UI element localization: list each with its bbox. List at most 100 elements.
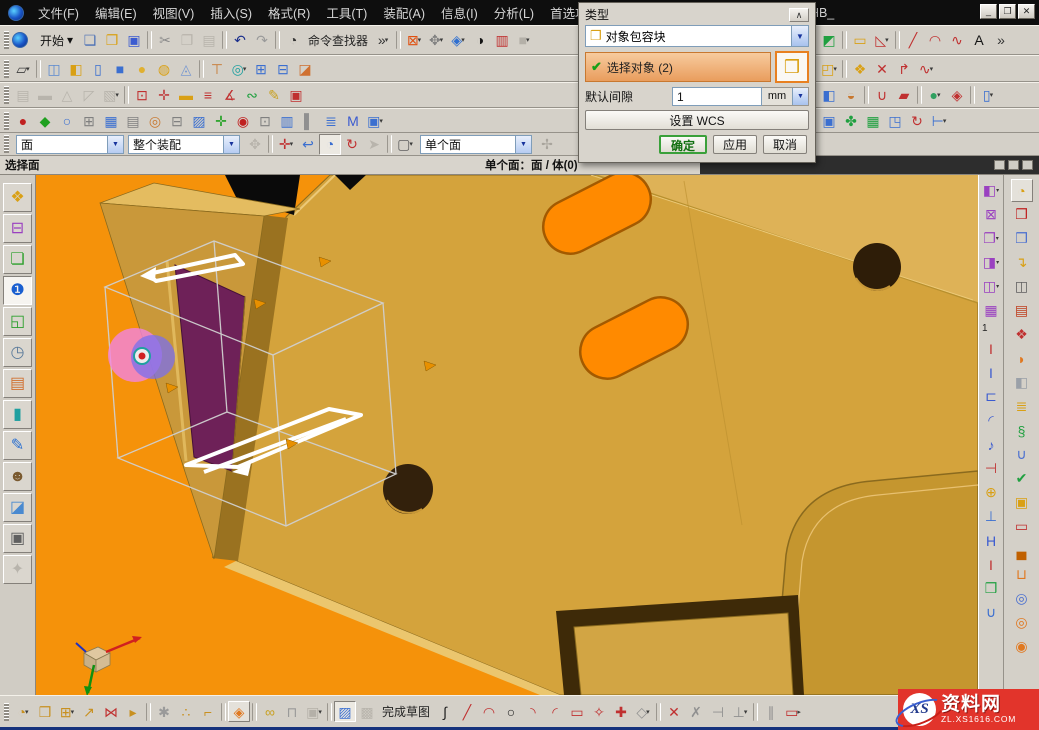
parallel-icon[interactable]: ∥ (760, 701, 782, 722)
point-icon[interactable]: ● (12, 110, 34, 131)
gap-value-input[interactable]: 1 (672, 87, 762, 106)
chamfer-icon[interactable]: ◜ (544, 701, 566, 722)
target-point-icon[interactable]: ⊕ (980, 481, 1002, 504)
key-feature-icon[interactable]: ❖ (849, 58, 871, 79)
plus-green-icon[interactable]: ✛ (210, 110, 232, 131)
drag-handle[interactable] (4, 31, 9, 49)
dash-box-icon[interactable]: ▭ (1011, 515, 1033, 538)
add-snap-icon[interactable]: ✛▾ (275, 134, 297, 155)
circle-icon[interactable]: ○ (56, 110, 78, 131)
resize-face-icon[interactable]: ◫▾ (980, 275, 1002, 298)
apply-button[interactable]: 应用 (713, 135, 757, 154)
pocket-icon[interactable]: ▣ (818, 110, 840, 131)
extend-curve-icon[interactable]: ↱ (893, 58, 915, 79)
scope-select[interactable]: 整个装配 ▼ (128, 135, 240, 154)
mesh-icon[interactable]: ❖ (1011, 323, 1033, 346)
red-cube-frame-icon[interactable]: ❒ (1011, 203, 1033, 226)
box-dot-icon[interactable]: ⊡ (254, 110, 276, 131)
boss-icon[interactable]: ⊤ (206, 58, 228, 79)
i-beam-icon[interactable]: I (980, 553, 1002, 576)
tab-part-navigator[interactable]: ❏ (3, 245, 32, 274)
dropdown-arrow-icon[interactable]: ▼ (515, 136, 531, 153)
tray-icon[interactable]: ◧ (1011, 371, 1033, 394)
graphics-canvas[interactable] (36, 175, 978, 695)
link-dim-icon[interactable]: ⊢▾ (928, 110, 950, 131)
menu-edit[interactable]: 编辑(E) (87, 0, 145, 25)
menu-file[interactable]: 文件(F) (30, 0, 87, 25)
trim-curve-icon[interactable]: ✕ (871, 58, 893, 79)
close-window-icon[interactable]: ⊠▾ (403, 30, 425, 51)
dim-red-icon[interactable]: I (980, 337, 1002, 360)
wireframe-cube-icon[interactable]: ■▾ (513, 30, 535, 51)
ruler-gold-icon[interactable]: ▬ (175, 85, 197, 106)
dropdown-arrow-icon[interactable]: ▼ (223, 136, 239, 153)
point-list-icon[interactable]: ≡ (197, 85, 219, 106)
tab-history[interactable]: ◷ (3, 338, 32, 367)
menu-analysis[interactable]: 分析(L) (486, 0, 542, 25)
block-icon[interactable]: ■ (109, 58, 131, 79)
measure-angle-icon[interactable]: ◺▾ (871, 30, 893, 51)
drag-handle[interactable] (4, 112, 9, 130)
tab-materials[interactable]: ▮ (3, 400, 32, 429)
thicken-icon[interactable]: ▯▾ (977, 85, 999, 106)
book-icon[interactable]: ◫ (1011, 275, 1033, 298)
revolve-icon[interactable]: ◬ (175, 58, 197, 79)
section-view-icon[interactable]: ▥ (491, 30, 513, 51)
curve-box-icon[interactable]: ◜ (980, 409, 1002, 432)
cylinders-icon[interactable]: ◎ (1011, 587, 1033, 610)
grid-green-icon[interactable]: ▦ (862, 110, 884, 131)
arrow-gray-icon[interactable]: ➤ (363, 134, 385, 155)
isometric-view-icon[interactable]: ◈▾ (447, 30, 469, 51)
pencil-icon[interactable]: ✎ (263, 85, 285, 106)
grid-icon[interactable]: ⊞ (78, 110, 100, 131)
dropdown-arrow-icon[interactable]: ▼ (792, 88, 808, 105)
menu-information[interactable]: 信息(I) (433, 0, 486, 25)
spline-curve-icon[interactable]: ∿ (946, 30, 968, 51)
transition-surface-icon[interactable]: ◒ (840, 85, 862, 106)
angle-radius-icon[interactable]: ∡ (219, 85, 241, 106)
overflow-chevron-icon[interactable]: »▾ (372, 30, 394, 51)
find-component-icon[interactable]: ◔▾ (12, 701, 34, 722)
drag-handle[interactable] (4, 703, 9, 721)
half-block-icon[interactable]: ▌ (298, 110, 320, 131)
sketch-line-icon[interactable]: ╱ (456, 701, 478, 722)
gap-unit-select[interactable]: mm ▼ (762, 87, 809, 106)
smooth-spline-icon[interactable]: ∿▾ (915, 58, 937, 79)
type-select[interactable]: ❒ 对象包容块 ▼ (585, 25, 809, 47)
h-beam-icon[interactable]: H (980, 529, 1002, 552)
tab-internet-browser[interactable]: ❶ (3, 276, 32, 305)
cut-icon[interactable]: ✂ (154, 30, 176, 51)
hole-top-right[interactable] (853, 243, 901, 291)
mold-base-icon[interactable]: ◔ (1011, 179, 1033, 202)
sketch-arc-icon[interactable]: ◠ (478, 701, 500, 722)
menu-assemblies[interactable]: 装配(A) (375, 0, 433, 25)
cell-icon[interactable]: ▣▾ (364, 110, 386, 131)
wrench-icon[interactable]: ✱ (153, 701, 175, 722)
paste-icon[interactable]: ▤ (198, 30, 220, 51)
profile-icon[interactable]: ∫ (434, 701, 456, 722)
tab-gallery[interactable]: ◪ (3, 493, 32, 522)
trim-body-icon[interactable]: ◪ (294, 58, 316, 79)
dropdown-arrow-icon[interactable]: ▼ (107, 136, 123, 153)
minimize-button[interactable]: _ (980, 4, 997, 19)
bounded-plane-icon[interactable]: ▰ (893, 85, 915, 106)
chain-link-icon[interactable]: ∞ (259, 701, 281, 722)
ruled-surface-icon[interactable]: ∪ (871, 85, 893, 106)
stamp-icon[interactable]: ▄ (1011, 539, 1033, 562)
cube-plus-icon[interactable]: ▣▾ (303, 701, 325, 722)
datum-plane-icon[interactable]: ◫ (43, 58, 65, 79)
tab-constraint-navigator[interactable]: ⊟ (3, 214, 32, 243)
select-objects-row[interactable]: ✔ 选择对象 (2) (585, 52, 771, 82)
move-face-icon[interactable]: ◧▾ (980, 179, 1002, 202)
flower-icon[interactable]: ✤ (840, 110, 862, 131)
rotate-red-icon[interactable]: ↻ (906, 110, 928, 131)
gear-box-icon[interactable]: ◈ (228, 701, 250, 722)
extrude-icon[interactable]: ◧ (65, 58, 87, 79)
add-component-icon[interactable]: ⊞▾ (56, 701, 78, 722)
restore-button[interactable]: ❐ (999, 4, 1016, 19)
make-corner-icon[interactable]: ⊣ (707, 701, 729, 722)
yellow-box-icon[interactable]: ▣ (1011, 491, 1033, 514)
stack-gray-icon[interactable]: ▧▾ (100, 85, 122, 106)
save-icon[interactable]: ▣ (123, 30, 145, 51)
type-filter-select[interactable]: 面 ▼ (16, 135, 124, 154)
